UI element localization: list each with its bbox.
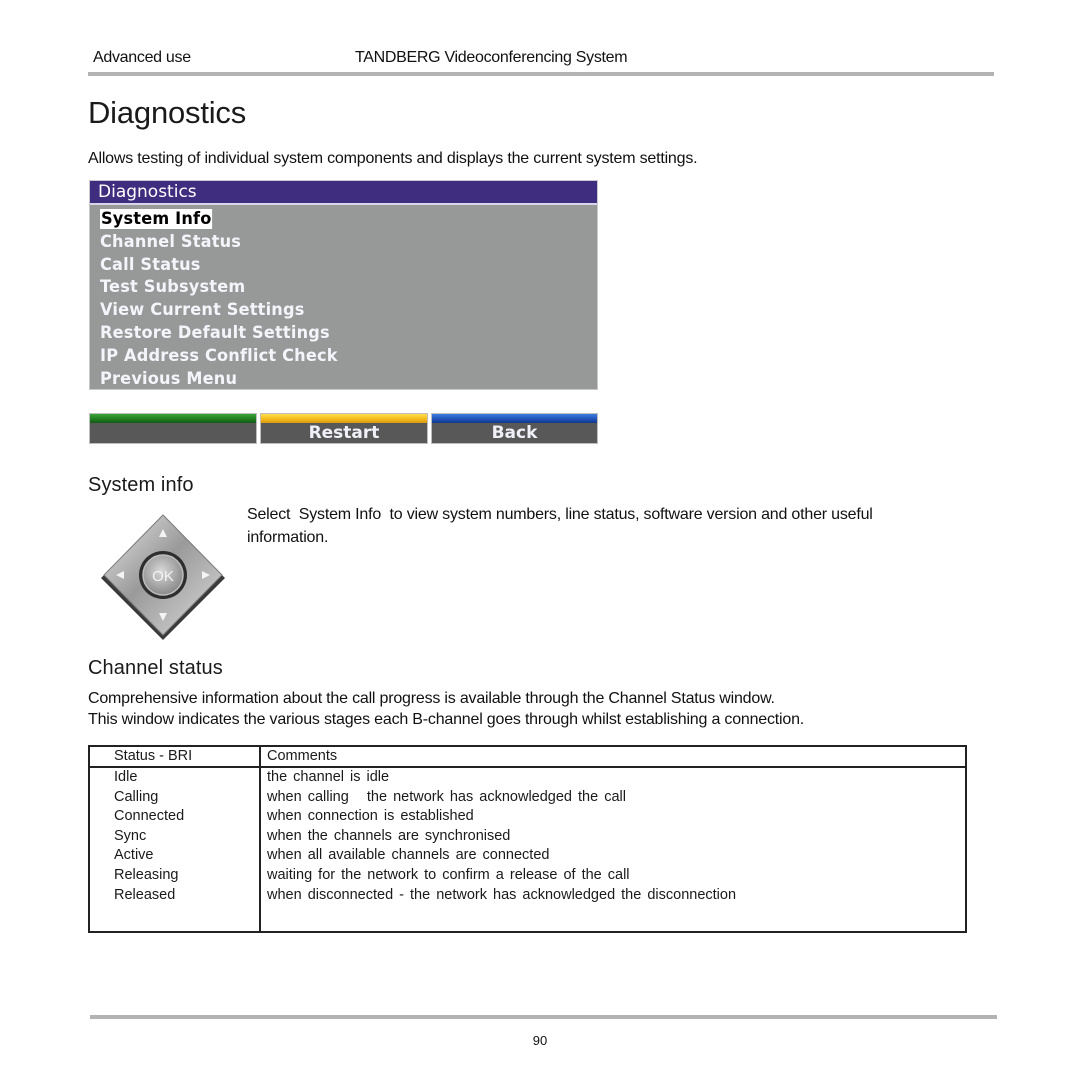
footer-divider — [90, 1015, 997, 1019]
table-row: Idle the channel is idle — [89, 767, 966, 788]
status-cell: Released — [89, 885, 261, 906]
osd-menu-item-channel-status[interactable]: Channel Status — [100, 231, 338, 254]
table-row: Connected when connection is established — [89, 807, 966, 827]
osd-menu-item-label: Channel Status — [100, 231, 242, 252]
softkey-back[interactable]: Back — [431, 413, 598, 444]
header-doc-title: TANDBERG Videoconferencing System — [355, 49, 628, 66]
osd-menu-item-system-info[interactable]: System Info — [100, 208, 338, 231]
softkey-back-label: Back — [491, 423, 538, 443]
intro-paragraph: Allows testing of individual system comp… — [88, 150, 698, 167]
comment-cell: when the channels are synchronised — [267, 827, 511, 844]
status-cell: Releasing — [89, 865, 261, 886]
osd-menu-item-previous-menu[interactable]: Previous Menu — [100, 368, 338, 391]
comment-cell: the channel is idle — [267, 769, 390, 785]
status-cell: Calling — [89, 787, 261, 808]
page-number: 90 — [532, 1033, 548, 1048]
page-title: Diagnostics — [88, 95, 247, 130]
system-info-description: Select System Info to view system number… — [247, 503, 873, 549]
blue-key-indicator — [432, 414, 597, 423]
softkey-restart[interactable]: Restart — [260, 413, 428, 444]
osd-menu-item-label: Test Subsystem — [100, 277, 246, 298]
table-header-row: Status - BRI Comments — [89, 746, 966, 768]
table-spacer-row — [89, 905, 966, 933]
osd-menu-item-label: System Info — [100, 209, 213, 229]
osd-menu-title: Diagnostics — [90, 181, 597, 205]
channel-status-heading: Channel status — [88, 657, 223, 679]
osd-menu-item-test-subsystem[interactable]: Test Subsystem — [100, 276, 338, 299]
yellow-key-indicator — [261, 414, 427, 423]
remote-navigation-pad: OK — [97, 512, 229, 644]
system-info-heading: System info — [88, 474, 194, 496]
osd-menu-item-view-current-settings[interactable]: View Current Settings — [100, 299, 338, 322]
osd-menu-list: System Info Channel Status Call Status T… — [100, 208, 350, 390]
channel-status-text-line: Comprehensive information about the call… — [88, 690, 775, 707]
status-cell: Sync — [89, 826, 261, 847]
osd-menu-item-label: IP Address Conflict Check — [100, 345, 338, 366]
status-cell: Active — [89, 846, 261, 866]
osd-menu-item-restore-default-settings[interactable]: Restore Default Settings — [100, 322, 338, 345]
status-cell: Connected — [89, 807, 261, 827]
column-header-status: Status - BRI — [89, 746, 261, 768]
diagnostics-osd-menu: Diagnostics System Info Channel Status C… — [89, 180, 598, 390]
column-header-comments: Comments — [260, 746, 966, 768]
green-key-indicator — [90, 414, 256, 423]
table-row: Releasing waiting for the network to con… — [89, 865, 966, 886]
osd-menu-item-call-status[interactable]: Call Status — [100, 254, 338, 277]
header-divider — [88, 72, 994, 76]
comment-cell: when calling the network has acknowledge… — [267, 788, 626, 805]
header-section-label: Advanced use — [93, 49, 191, 66]
osd-menu-item-label: Restore Default Settings — [100, 322, 330, 343]
table-row: Active when all available channels are c… — [89, 846, 966, 866]
table-row: Released when disconnected - the network… — [89, 885, 966, 906]
system-info-text-line: information. — [247, 529, 329, 546]
remote-dpad-icon: OK — [101, 514, 225, 640]
channel-status-description: Comprehensive information about the call… — [88, 688, 804, 730]
osd-menu-item-label: Previous Menu — [100, 368, 238, 389]
softkey-restart-label: Restart — [308, 423, 380, 443]
comment-cell: when disconnected - the network has ackn… — [267, 886, 737, 903]
channel-status-table: Status - BRI Comments Idle the channel i… — [88, 745, 967, 934]
comment-cell: when connection is established — [267, 808, 474, 825]
osd-menu-item-label: View Current Settings — [100, 300, 305, 321]
comment-cell: waiting for the network to confirm a rel… — [267, 866, 630, 883]
comment-cell: when all available channels are connecte… — [267, 847, 550, 864]
osd-menu-item-ip-address-conflict-check[interactable]: IP Address Conflict Check — [100, 345, 338, 368]
status-cell: Idle — [89, 767, 261, 788]
table-row: Calling when calling the network has ack… — [89, 787, 966, 808]
table-row: Sync when the channels are synchronised — [89, 826, 966, 847]
softkey-green[interactable] — [89, 413, 257, 444]
system-info-text-line: Select System Info to view system number… — [247, 506, 873, 523]
channel-status-text-line: This window indicates the various stages… — [88, 711, 805, 728]
osd-menu-item-label: Call Status — [100, 254, 201, 275]
ok-button-label: OK — [152, 568, 174, 585]
